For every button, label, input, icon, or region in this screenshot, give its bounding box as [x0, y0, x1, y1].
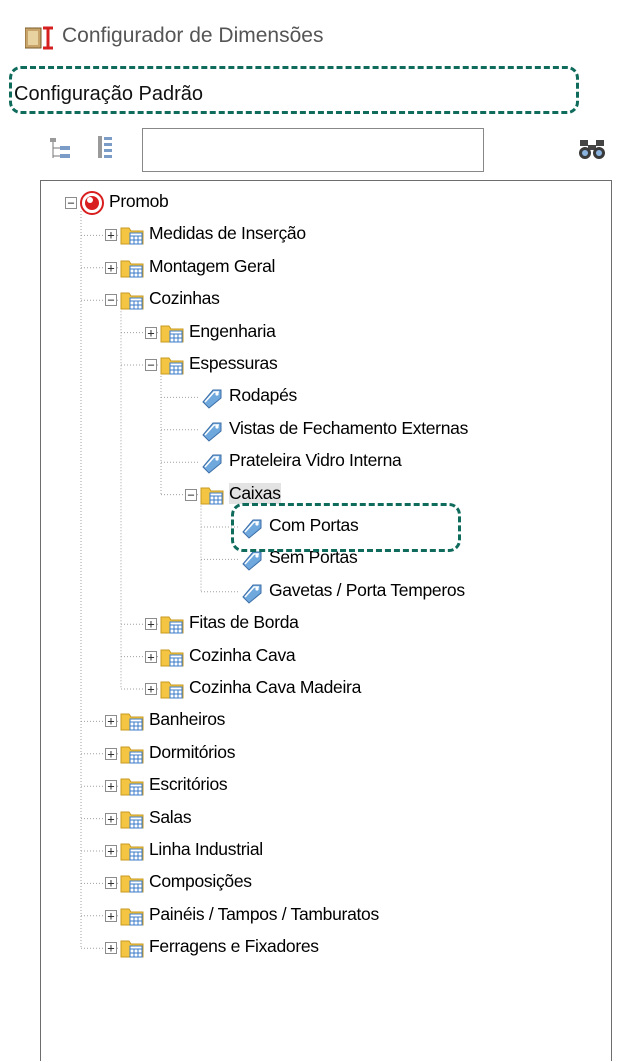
tree-item[interactable]: Gavetas / Porta Temperos	[41, 578, 611, 606]
tree-item[interactable]: + Engenharia	[41, 319, 611, 347]
tree-item[interactable]: + Montagem Geral	[41, 254, 611, 282]
tag-icon	[202, 454, 222, 474]
tree-item-label[interactable]: Promob	[109, 191, 169, 212]
expand-icon[interactable]: +	[145, 326, 157, 339]
tree-item-label[interactable]: Caixas	[229, 482, 281, 504]
folder-icon	[120, 227, 144, 245]
tree-collapse-icon[interactable]	[48, 136, 74, 162]
expand-icon[interactable]: +	[145, 618, 157, 631]
folder-icon	[120, 811, 144, 829]
collapse-icon[interactable]: −	[185, 488, 197, 501]
expand-icon[interactable]: +	[105, 845, 117, 857]
tree-item[interactable]: + Ferragens e Fixadores	[41, 934, 611, 962]
window-title: Configurador de Dimensões	[62, 24, 324, 47]
folder-icon	[120, 843, 144, 861]
folder-icon	[120, 260, 144, 278]
collapse-icon[interactable]: −	[145, 359, 157, 371]
folder-icon	[160, 681, 184, 699]
tree-item-label[interactable]: Sem Portas	[269, 547, 358, 568]
tree-item-label[interactable]: Ferragens e Fixadores	[149, 936, 319, 957]
tree-item-label[interactable]: Prateleira Vidro Interna	[229, 450, 402, 471]
expand-icon[interactable]: +	[105, 942, 117, 955]
tree-item-label[interactable]: Montagem Geral	[149, 256, 275, 277]
dimension-configurator-icon	[25, 26, 53, 50]
tag-icon	[242, 551, 262, 572]
tree-item[interactable]: + Dormitórios	[41, 740, 611, 768]
expand-icon[interactable]: +	[105, 229, 117, 242]
tree-item[interactable]: Vistas de Fechamento Externas	[41, 416, 611, 444]
folder-icon	[160, 649, 184, 667]
tree-item[interactable]: + Painéis / Tampos / Tamburatos	[41, 902, 611, 930]
tree-item[interactable]: − Cozinhas	[41, 286, 611, 314]
tree-expand-icon[interactable]	[92, 134, 118, 160]
tree-item[interactable]: + Linha Industrial	[41, 837, 611, 865]
expand-icon[interactable]: +	[145, 683, 157, 695]
tree-item-label[interactable]: Dormitórios	[149, 742, 235, 763]
dimension-tree[interactable]: − Promob + Medidas de Inserção + Montagem Ger…	[40, 180, 612, 1061]
folder-icon	[120, 940, 144, 958]
tree-item[interactable]: Com Portas	[41, 513, 611, 541]
folder-icon	[120, 713, 144, 731]
collapse-icon[interactable]: −	[65, 197, 77, 209]
expand-icon[interactable]: +	[105, 715, 117, 728]
tree-item-label[interactable]: Vistas de Fechamento Externas	[229, 418, 468, 439]
tree-item[interactable]: − Caixas	[41, 481, 611, 509]
tree-item-label[interactable]: Composições	[149, 871, 252, 892]
folder-icon	[200, 487, 224, 505]
expand-icon[interactable]: +	[105, 780, 117, 793]
tree-item-label[interactable]: Fitas de Borda	[189, 612, 299, 633]
tree-item-label[interactable]: Cozinha Cava	[189, 645, 296, 666]
tree-item-label[interactable]: Espessuras	[189, 353, 278, 374]
tree-item-label[interactable]: Rodapés	[229, 385, 297, 406]
tree-item[interactable]: + Salas	[41, 805, 611, 833]
folder-icon	[120, 292, 144, 310]
tree-item-label[interactable]: Escritórios	[149, 774, 228, 795]
tree-item-label[interactable]: Banheiros	[149, 709, 225, 730]
tree-item[interactable]: + Medidas de Inserção	[41, 221, 611, 249]
folder-icon	[120, 908, 144, 926]
tree-item[interactable]: Prateleira Vidro Interna	[41, 448, 611, 476]
expand-icon[interactable]: +	[105, 747, 117, 760]
folder-icon	[120, 875, 144, 893]
expand-icon[interactable]: +	[145, 650, 157, 663]
tree-item-label[interactable]: Cozinha Cava Madeira	[189, 677, 361, 698]
tree-item[interactable]: + Cozinha Cava Madeira	[41, 675, 611, 703]
promob-logo-icon	[80, 191, 104, 215]
tree-item-label[interactable]: Gavetas / Porta Temperos	[269, 580, 465, 601]
tag-icon	[242, 519, 262, 539]
tree-item[interactable]: − Espessuras	[41, 351, 611, 379]
tree-item[interactable]: − Promob	[41, 189, 611, 217]
expand-icon[interactable]: +	[105, 877, 117, 890]
title-bar: Configurador de Dimensões	[0, 0, 617, 64]
folder-icon	[120, 778, 144, 796]
folder-icon	[160, 616, 184, 634]
tree-item-label[interactable]: Com Portas	[269, 515, 359, 536]
tree-item[interactable]: + Cozinha Cava	[41, 643, 611, 671]
tree-item[interactable]: Rodapés	[41, 383, 611, 411]
tree-item[interactable]: + Composições	[41, 869, 611, 897]
tree-item-label[interactable]: Cozinhas	[149, 288, 220, 309]
folder-icon	[120, 746, 144, 764]
collapse-icon[interactable]: −	[105, 294, 117, 307]
configuration-name[interactable]: Configuração Padrão	[14, 83, 203, 106]
tree-item[interactable]: + Banheiros	[41, 707, 611, 735]
folder-icon	[160, 357, 184, 375]
folder-icon	[160, 325, 184, 343]
tag-icon	[242, 584, 262, 604]
tree-item[interactable]: Sem Portas	[41, 545, 611, 573]
tree-item-label[interactable]: Medidas de Inserção	[149, 223, 306, 244]
expand-icon[interactable]: +	[105, 812, 117, 825]
tree-item-label[interactable]: Linha Industrial	[149, 839, 263, 860]
search-input[interactable]	[142, 128, 484, 172]
tree-item-label[interactable]: Engenharia	[189, 321, 276, 342]
tree-item-label[interactable]: Salas	[149, 807, 192, 828]
tree-item[interactable]: + Escritórios	[41, 772, 611, 800]
expand-icon[interactable]: +	[105, 909, 117, 922]
tree-item-label[interactable]: Painéis / Tampos / Tamburatos	[149, 904, 379, 925]
tag-icon	[202, 422, 222, 442]
binoculars-icon[interactable]	[577, 137, 607, 161]
tree-item[interactable]: + Fitas de Borda	[41, 610, 611, 638]
expand-icon[interactable]: +	[105, 261, 117, 274]
tag-icon	[202, 389, 222, 410]
